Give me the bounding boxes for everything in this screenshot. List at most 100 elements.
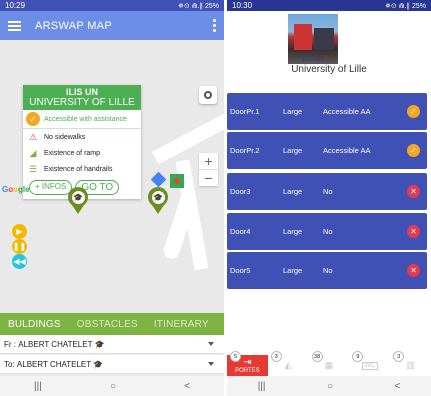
door-name: Door4 (230, 227, 251, 236)
feature-label: Existence of handrails (44, 165, 113, 173)
door-name: Door5 (230, 266, 251, 275)
status-time: 10:30 (232, 1, 253, 10)
door-access: No (323, 266, 333, 275)
overflow-menu-icon[interactable] (213, 19, 216, 32)
building-name: ILIS UN (65, 87, 98, 97)
building-photo: ILIS UN (288, 14, 338, 64)
app-title: ARSWAP MAP (35, 19, 112, 32)
tab-label: PORTES (235, 368, 260, 374)
university-name: University of Lille (291, 64, 367, 75)
tab-buildings[interactable]: BULDINGS (0, 319, 69, 330)
marker-tip (152, 205, 164, 214)
marker-head: 🎓 (68, 187, 88, 207)
door-name: DoorPr.2 (230, 146, 260, 155)
graduation-cap-icon: 🎓 (71, 190, 85, 204)
feature-label: Existence of ramp (44, 149, 101, 157)
stairs-icon: ▦ (324, 360, 334, 370)
door-card[interactable]: DoorPr.1 Large Accessible AA ✓ (227, 93, 427, 130)
door-size: Large (283, 266, 303, 275)
door-access: No (323, 187, 333, 196)
google-maps-icon[interactable] (170, 174, 184, 188)
check-icon: ✓ (407, 105, 420, 118)
building-info-card: ILIS UN UNIVERSITY OF LILLE ✓ Accessible… (23, 85, 141, 199)
from-selector[interactable]: Fr : ALBERT CHATELET 🎓 (0, 335, 224, 354)
from-label: Fr : (4, 339, 16, 349)
to-value: ALBERT CHATELET (16, 359, 92, 369)
ramp-icon: ◭ (284, 360, 292, 370)
more-info-button[interactable]: + INFOS (29, 180, 73, 195)
from-value: ALBERT CHATELET (18, 339, 93, 349)
wc-icon: WC (361, 361, 378, 370)
status-time: 10:29 (5, 1, 26, 10)
marker-tip (72, 205, 84, 214)
door-access: Accessible AA (323, 146, 371, 155)
back-button[interactable]: < (394, 381, 400, 392)
door-size: Large (283, 227, 303, 236)
left-screen: 10:29 ✵⊙ ⋒.∥ 25% ARSWAP MAP + − ILIS UN … (0, 0, 224, 396)
recent-apps-button[interactable]: ||| (258, 381, 266, 392)
door-exit-icon: ⇥ (243, 357, 252, 368)
home-button[interactable]: ○ (110, 381, 116, 392)
door-size: Large (283, 107, 303, 116)
building-marker[interactable]: 🎓 (148, 187, 168, 215)
my-location-button[interactable] (199, 86, 217, 104)
photo-caption: ILIS UN (302, 57, 324, 63)
count-badge: 9 (352, 351, 364, 362)
map-view[interactable]: + − ILIS UN UNIVERSITY OF LILLE ✓ Access… (0, 40, 224, 313)
close-icon: ✕ (407, 185, 420, 198)
feature-row: ⚠ No sidewalks (23, 129, 141, 145)
cap-icon: 🎓 (94, 339, 105, 349)
tab-ramps[interactable]: 3 ◭ (268, 351, 309, 376)
crosshair-icon (204, 91, 212, 99)
cap-icon: 🎓 (93, 359, 104, 369)
rewind-button[interactable]: ◀◀ (12, 254, 27, 269)
tab-itinerary[interactable]: ITINERARY (146, 319, 217, 330)
right-screen: 10:30 ✵⊙ ⋒.∥ 25% ILIS UN University of L… (227, 0, 431, 396)
count-badge: 3 (270, 351, 282, 362)
building-subtitle: UNIVERSITY OF LILLE (29, 97, 135, 108)
zoom-out-button[interactable]: − (199, 170, 218, 186)
door-card[interactable]: Door3 Large No ✕ (227, 173, 427, 210)
graduation-cap-icon: 🎓 (151, 190, 165, 204)
door-card[interactable]: Door5 Large No ✕ (227, 252, 427, 289)
ramp-icon: ◢ (29, 147, 37, 158)
door-card[interactable]: DoorPr.2 Large Accessible AA ✓ (227, 132, 427, 169)
category-tabs: 5 ⇥ PORTES 3 ◭ 38 ▦ 9 WC 3 ▥ (227, 351, 431, 376)
count-badge: 38 (311, 351, 323, 362)
pause-button[interactable]: ❚❚ (12, 239, 27, 254)
close-icon: ✕ (407, 225, 420, 238)
status-icons: ✵⊙ ⋒.∥ 25% (178, 2, 219, 10)
door-name: DoorPr.1 (230, 107, 260, 116)
home-button[interactable]: ○ (327, 381, 333, 392)
to-selector[interactable]: To: ALBERT CHATELET 🎓 (0, 355, 224, 374)
status-bar: 10:30 ✵⊙ ⋒.∥ 25% (227, 0, 431, 11)
back-button[interactable]: < (184, 381, 190, 392)
tab-doors[interactable]: 5 ⇥ PORTES (227, 351, 268, 376)
handrail-icon: ☰ (28, 163, 38, 174)
hamburger-menu-icon[interactable] (8, 20, 21, 31)
play-button[interactable]: ▶ (12, 224, 27, 239)
door-access: No (323, 227, 333, 236)
door-card[interactable]: Door4 Large No ✕ (227, 213, 427, 250)
status-bar: 10:29 ✵⊙ ⋒.∥ 25% (0, 0, 224, 11)
to-label: To: (4, 359, 15, 369)
door-name: Door3 (230, 187, 251, 196)
info-card-header: ILIS UN UNIVERSITY OF LILLE (23, 85, 141, 110)
tab-elevator[interactable]: 3 ▥ (390, 351, 431, 376)
google-logo: Google (2, 185, 30, 194)
door-size: Large (283, 146, 303, 155)
tab-obstacles[interactable]: OBSTACLES (69, 319, 146, 330)
zoom-in-button[interactable]: + (199, 153, 218, 170)
door-access: Accessible AA (323, 107, 371, 116)
check-icon: ✓ (26, 112, 40, 126)
no-sidewalk-icon: ⚠ (28, 131, 38, 142)
directions-icon[interactable] (150, 171, 167, 188)
count-badge: 3 (393, 351, 405, 362)
tab-stairs[interactable]: 38 ▦ (309, 351, 350, 376)
close-icon: ✕ (407, 264, 420, 277)
app-bar: ARSWAP MAP (0, 11, 224, 40)
building-marker[interactable]: 🎓 (68, 187, 88, 215)
recent-apps-button[interactable]: ||| (34, 381, 42, 392)
tab-wc[interactable]: 9 WC (349, 351, 390, 376)
feature-label: No sidewalks (44, 133, 86, 141)
